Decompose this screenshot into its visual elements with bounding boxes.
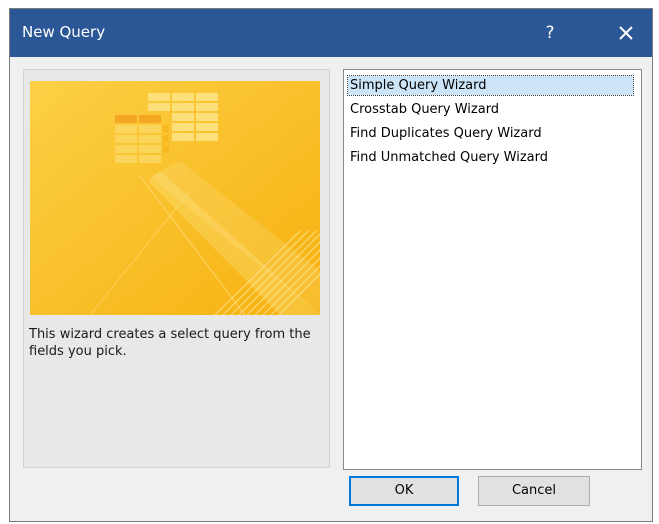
list-item-find-duplicates-query-wizard[interactable]: Find Duplicates Query Wizard xyxy=(348,124,542,143)
close-icon xyxy=(619,26,633,40)
ok-button[interactable]: OK xyxy=(349,476,459,506)
list-item-crosstab-query-wizard[interactable]: Crosstab Query Wizard xyxy=(348,100,499,119)
list-item-simple-query-wizard[interactable]: Simple Query Wizard xyxy=(347,75,634,96)
wizard-description-panel: This wizard creates a select query from … xyxy=(23,69,330,468)
title-bar[interactable]: New Query ? xyxy=(10,9,652,57)
help-button[interactable]: ? xyxy=(526,9,574,57)
cancel-button[interactable]: Cancel xyxy=(478,476,590,506)
dialog-title: New Query xyxy=(22,23,106,41)
list-item-find-unmatched-query-wizard[interactable]: Find Unmatched Query Wizard xyxy=(348,148,548,167)
new-query-dialog: New Query ? This wizard creates a select… xyxy=(9,8,653,522)
query-wizard-illustration xyxy=(30,81,320,315)
wizard-description: This wizard creates a select query from … xyxy=(29,327,311,359)
wizard-listbox[interactable]: Simple Query Wizard Crosstab Query Wizar… xyxy=(343,69,642,470)
wizard-preview-image xyxy=(30,81,320,315)
close-button[interactable] xyxy=(602,9,650,57)
